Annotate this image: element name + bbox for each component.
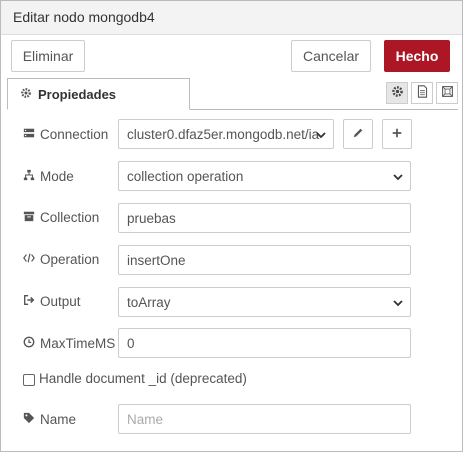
gear-icon <box>391 85 404 101</box>
collection-input[interactable]: pruebas <box>118 203 411 233</box>
connection-select[interactable]: cluster0.dfaz5er.mongodb.net/ia <box>118 119 334 149</box>
sign-out-icon <box>23 294 35 309</box>
name-label-group: Name <box>23 409 76 429</box>
operation-input[interactable]: insertOne <box>118 245 411 275</box>
done-button[interactable]: Hecho <box>384 40 450 72</box>
mode-label-group: Mode <box>23 166 74 186</box>
sitemap-icon <box>23 169 35 184</box>
dialog-title: Editar nodo mongodb4 <box>1 1 462 35</box>
handle-id-label: Handle document _id (deprecated) <box>39 371 247 386</box>
maxtime-value: 0 <box>127 335 135 351</box>
mode-value: collection operation <box>127 168 244 184</box>
frame-icon <box>441 85 454 101</box>
maxtime-input[interactable]: 0 <box>118 328 411 358</box>
delete-button[interactable]: Eliminar <box>11 40 85 72</box>
chevron-down-icon <box>392 297 404 309</box>
description-tab-button[interactable] <box>411 82 433 104</box>
chevron-down-icon <box>315 129 327 141</box>
cancel-button[interactable]: Cancelar <box>291 40 371 72</box>
mode-select[interactable]: collection operation <box>118 161 411 191</box>
clock-icon <box>23 336 35 351</box>
gear-icon <box>20 87 32 102</box>
output-select[interactable]: toArray <box>118 287 411 317</box>
archive-icon <box>23 210 35 225</box>
operation-label-group: Operation <box>23 249 99 269</box>
connection-label: Connection <box>40 126 109 142</box>
collection-label: Collection <box>40 209 100 225</box>
connection-label-group: Connection <box>23 124 108 144</box>
document-icon <box>416 85 429 101</box>
settings-tab-button[interactable] <box>386 82 408 104</box>
edit-connection-button[interactable] <box>343 119 373 149</box>
tab-bar: Propiedades <box>7 78 458 110</box>
connection-value: cluster0.dfaz5er.mongodb.net/ia <box>127 126 320 142</box>
tab-properties-label: Propiedades <box>38 86 117 102</box>
tag-icon <box>23 412 35 427</box>
chevron-down-icon <box>392 171 404 183</box>
appearance-tab-button[interactable] <box>436 82 458 104</box>
output-label: Output <box>40 293 81 309</box>
maxtime-label: MaxTimeMS <box>40 335 116 351</box>
collection-value: pruebas <box>127 210 176 226</box>
output-value: toArray <box>127 294 171 310</box>
collection-label-group: Collection <box>23 207 99 227</box>
output-label-group: Output <box>23 291 81 311</box>
pencil-icon <box>352 126 364 142</box>
name-label: Name <box>40 411 77 427</box>
code-icon <box>23 252 35 267</box>
maxtime-label-group: MaxTimeMS <box>23 333 115 353</box>
tab-icon-group <box>386 82 458 104</box>
handle-id-checkbox[interactable] <box>23 374 35 386</box>
name-input[interactable]: Name <box>118 404 411 434</box>
plus-icon <box>391 126 403 142</box>
server-icon <box>23 127 35 142</box>
edit-node-dialog: Editar nodo mongodb4 Eliminar Cancelar H… <box>0 0 463 452</box>
name-placeholder: Name <box>127 411 164 427</box>
add-connection-button[interactable] <box>382 119 412 149</box>
mode-label: Mode <box>40 168 74 184</box>
tab-properties[interactable]: Propiedades <box>7 78 190 110</box>
operation-label: Operation <box>40 251 100 267</box>
operation-value: insertOne <box>127 252 186 268</box>
